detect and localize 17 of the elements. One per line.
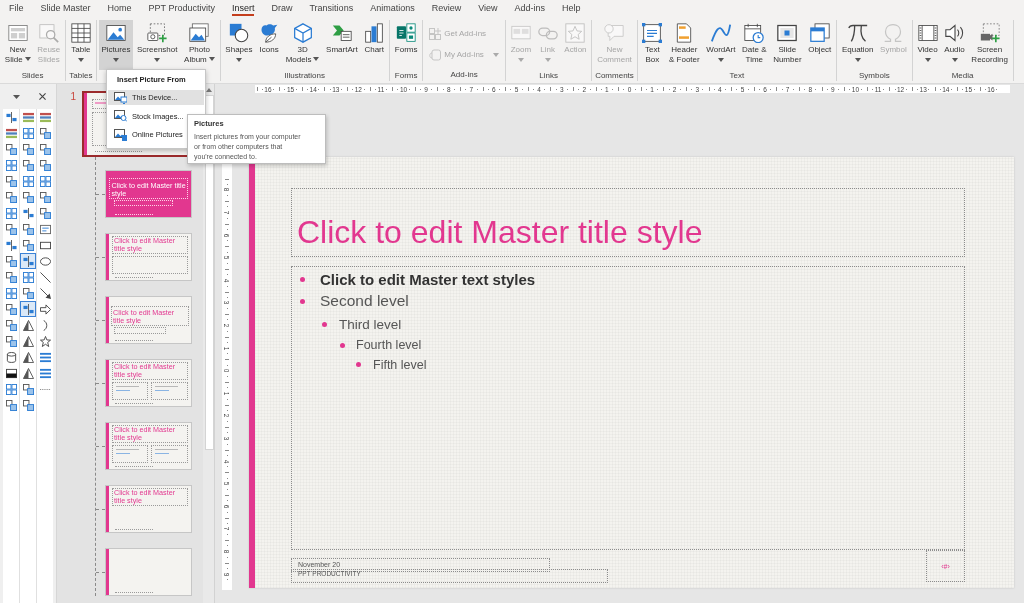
bullet-text: Click to edit Master text styles bbox=[320, 270, 536, 288]
group-label: Forms bbox=[393, 70, 419, 82]
group-label: Links bbox=[538, 70, 559, 82]
group-label: Illustrations bbox=[283, 70, 326, 82]
bullet-text: Fifth level bbox=[373, 357, 427, 372]
group-label: Slides bbox=[20, 70, 45, 82]
group-label: Tables bbox=[68, 70, 94, 82]
slide-number: 1 bbox=[69, 91, 77, 103]
bullet-text: Fourth level bbox=[356, 338, 422, 352]
group-label: Text bbox=[728, 70, 746, 82]
bullet-text: Second level bbox=[320, 292, 409, 310]
slide-title: Click to edit Master title style bbox=[297, 213, 703, 251]
group-label: Media bbox=[950, 70, 975, 82]
group-label: Comments bbox=[594, 70, 635, 82]
bullet-text: Third level bbox=[339, 316, 402, 332]
group-label: Symbols bbox=[858, 70, 891, 82]
group-label: Add-ins bbox=[449, 69, 479, 81]
